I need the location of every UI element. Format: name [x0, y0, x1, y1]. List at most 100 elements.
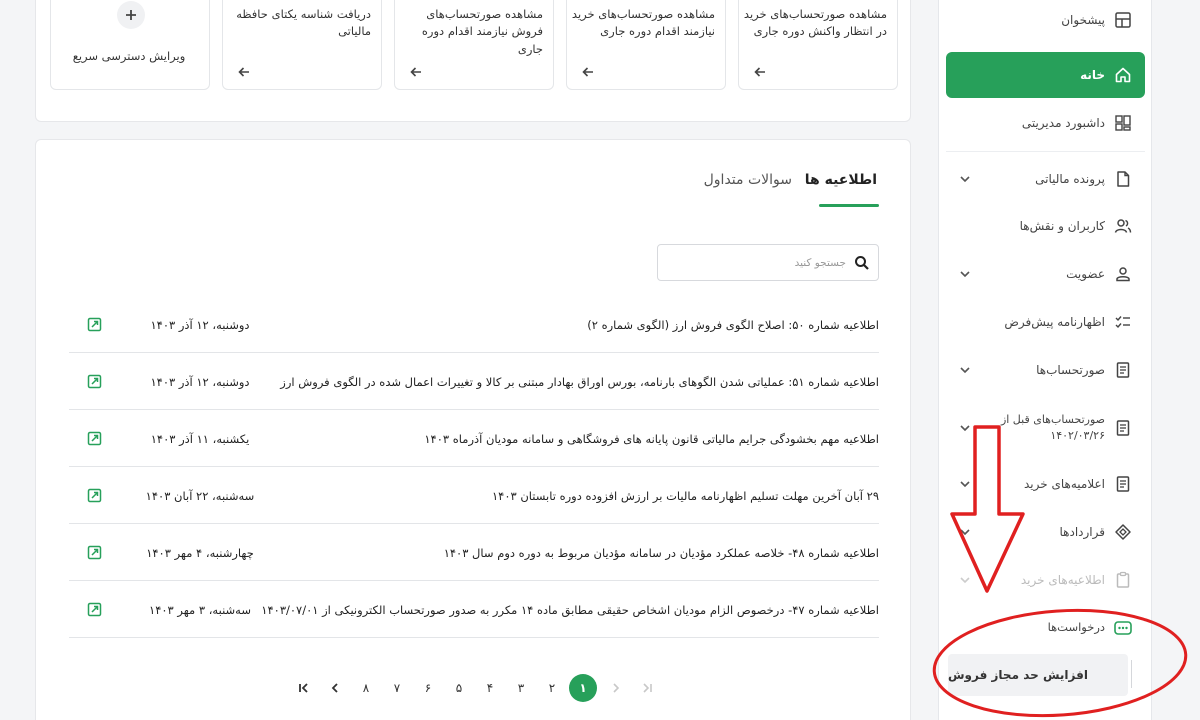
sidebar-item-label: داشبورد مدیریتی [1021, 116, 1105, 130]
external-link-icon[interactable] [87, 488, 102, 503]
table-row[interactable]: اطلاعیه شماره ۵۰: اصلاح الگوی فروش ارز (… [69, 296, 879, 353]
sidebar-item-label: عضویت [1066, 267, 1105, 281]
announcement-title[interactable]: اطلاعیه مهم بخشودگی جرایم مالیاتی قانون … [269, 410, 879, 467]
chevron-down-icon[interactable] [958, 363, 972, 377]
dashboard-grid-icon [1113, 10, 1133, 30]
chevron-down-icon[interactable] [958, 421, 972, 435]
announcement-title[interactable]: اطلاعیه شماره ۵۰: اصلاح الگوی فروش ارز (… [269, 296, 879, 353]
arrow-left-icon [409, 65, 423, 79]
page-button[interactable]: ۷ [383, 674, 411, 702]
sidebar-item-label: اظهارنامه پیش‌فرض [1004, 315, 1105, 329]
contract-icon [1113, 522, 1133, 542]
table-row[interactable]: اطلاعیه شماره ۴۷- درخصوص الزام مودیان اش… [69, 581, 879, 638]
tab-announcements[interactable]: اطلاعیه ها [805, 172, 877, 188]
chevron-down-icon[interactable] [958, 525, 972, 539]
sidebar-item-requests[interactable]: درخواست‌ها [946, 609, 1145, 647]
checklist-icon [1113, 312, 1133, 332]
announcement-title[interactable]: ۲۹ آبان آخرین مهلت تسلیم اظهارنامه مالیا… [269, 467, 879, 524]
table-row[interactable]: اطلاعیه شماره ۴۸- خلاصه عملکرد مؤدیان در… [69, 524, 879, 581]
clipboard-icon [1113, 570, 1133, 590]
announcement-title[interactable]: اطلاعیه شماره ۴۷- درخصوص الزام مودیان اش… [261, 581, 879, 638]
quick-card-purchase-needs-action[interactable]: مشاهده صورتحساب‌های خرید نیازمند اقدام د… [566, 0, 726, 90]
announcement-title[interactable]: اطلاعیه شماره ۵۱: عملیاتی شدن الگوهای با… [269, 353, 879, 410]
quick-card-text: دریافت شناسه یکتای حافظه مالیاتی [236, 7, 371, 39]
home-icon [1113, 65, 1133, 85]
sidebar-item-default-declaration[interactable]: اظهارنامه پیش‌فرض [946, 303, 1145, 341]
search-icon[interactable] [854, 255, 870, 271]
sidebar-item-invoices[interactable]: صورتحساب‌ها [946, 351, 1145, 389]
page-button[interactable]: ۵ [445, 674, 473, 702]
invoice-icon [1113, 360, 1133, 380]
external-link-icon[interactable] [87, 317, 102, 332]
chevron-down-icon[interactable] [958, 172, 972, 186]
sidebar-item-label: خانه [1080, 68, 1105, 82]
sidebar-item-pishkhan[interactable]: پیشخوان [946, 2, 1145, 38]
table-row[interactable]: اطلاعیه مهم بخشودگی جرایم مالیاتی قانون … [69, 410, 879, 467]
sidebar-item-purchase-announcements[interactable]: اطلاعیه‌های خرید [946, 561, 1145, 599]
quick-card-text: مشاهده صورتحساب‌های خرید در انتظار واکنش… [743, 7, 887, 39]
next-page-icon[interactable] [321, 674, 349, 702]
sidebar-item-label: قراردادها [1059, 525, 1106, 539]
sidebar-item-label: صورتحساب‌های قبل از ۱۴۰۲/۰۳/۲۶ [1000, 412, 1105, 443]
quick-card-sales-needs-action[interactable]: مشاهده صورتحساب‌های فروش نیازمند اقدام د… [394, 0, 554, 90]
quick-card-edit-quick-access[interactable]: ویرایش دسترسی سریع [50, 0, 210, 90]
external-link-icon[interactable] [87, 602, 102, 617]
table-row[interactable]: اطلاعیه شماره ۵۱: عملیاتی شدن الگوهای با… [69, 353, 879, 410]
sidebar-item-label: درخواست‌ها [1047, 620, 1105, 635]
tab-faq[interactable]: سوالات متداول [704, 172, 792, 188]
users-icon [1113, 216, 1133, 236]
search-box [657, 244, 879, 281]
previous-page-icon[interactable] [602, 674, 630, 702]
first-page-icon[interactable] [633, 674, 661, 702]
announcements-panel: اطلاعیه ها سوالات متداول اطلاعیه شماره ۵… [35, 139, 911, 720]
sidebar-item-tax-file[interactable]: پرونده مالیاتی [946, 160, 1145, 198]
quick-card-text: ویرایش دسترسی سریع [72, 49, 186, 63]
last-page-icon[interactable] [290, 674, 318, 702]
external-link-icon[interactable] [87, 431, 102, 446]
search-input[interactable] [666, 251, 846, 275]
sidebar-item-users-roles[interactable]: کاربران و نقش‌ها [946, 207, 1145, 245]
page-button-current[interactable]: ۱ [569, 674, 597, 702]
quick-card-memory-id[interactable]: دریافت شناسه یکتای حافظه مالیاتی [222, 0, 382, 90]
announcement-date: چهارشنبه، ۴ مهر ۱۴۰۳ [146, 545, 254, 560]
announcement-date: دوشنبه، ۱۲ آذر ۱۴۰۳ [150, 317, 250, 332]
person-icon [1113, 264, 1133, 284]
requests-icon [1113, 618, 1133, 638]
sidebar-subitem-increase-sales-limit[interactable]: افزایش حد مجاز فروش [948, 654, 1128, 696]
sidebar-item-purchase-notices[interactable]: اعلامیه‌های خرید [946, 465, 1145, 503]
page-button[interactable]: ۴ [476, 674, 504, 702]
chevron-down-icon[interactable] [958, 477, 972, 491]
row-divider [69, 637, 879, 638]
sidebar-item-management-dashboard[interactable]: داشبورد مدیریتی [946, 104, 1145, 142]
quick-access-panel: مشاهده صورتحساب‌های خرید در انتظار واکنش… [35, 0, 911, 122]
page-button[interactable]: ۶ [414, 674, 442, 702]
chevron-down-icon[interactable] [958, 267, 972, 281]
sidebar-item-label: اعلامیه‌های خرید [1023, 477, 1105, 491]
sidebar-item-membership[interactable]: عضویت [946, 255, 1145, 293]
page-button[interactable]: ۲ [538, 674, 566, 702]
page-button[interactable]: ۳ [507, 674, 535, 702]
sidebar-item-label: پرونده مالیاتی [1035, 172, 1105, 186]
sidebar-item-label: اطلاعیه‌های خرید [1020, 573, 1105, 587]
announcement-date: یکشنبه، ۱۱ آذر ۱۴۰۳ [150, 431, 250, 446]
sidebar-item-label: صورتحساب‌ها [1036, 363, 1105, 377]
page-button[interactable]: ۸ [352, 674, 380, 702]
sidebar-item-home[interactable]: خانه [946, 52, 1145, 98]
announcement-date: دوشنبه، ۱۲ آذر ۱۴۰۳ [150, 374, 250, 389]
quick-card-text: مشاهده صورتحساب‌های خرید نیازمند اقدام د… [571, 7, 715, 39]
chevron-down-icon[interactable] [958, 573, 972, 587]
quick-card-purchase-awaiting-reaction[interactable]: مشاهده صورتحساب‌های خرید در انتظار واکنش… [738, 0, 898, 90]
announcement-title[interactable]: اطلاعیه شماره ۴۸- خلاصه عملکرد مؤدیان در… [269, 524, 879, 581]
sidebar-item-label: کاربران و نقش‌ها [1019, 219, 1105, 233]
arrow-left-icon [237, 65, 251, 79]
external-link-icon[interactable] [87, 374, 102, 389]
active-tab-indicator [819, 204, 879, 207]
sidebar-item-old-invoices[interactable]: صورتحساب‌های قبل از ۱۴۰۲/۰۳/۲۶ [946, 404, 1145, 452]
external-link-icon[interactable] [87, 545, 102, 560]
pagination: ۱ ۲ ۳ ۴ ۵ ۶ ۷ ۸ [36, 674, 912, 704]
table-row[interactable]: ۲۹ آبان آخرین مهلت تسلیم اظهارنامه مالیا… [69, 467, 879, 524]
arrow-left-icon [753, 65, 767, 79]
announcement-date: سه‌شنبه، ۳ مهر ۱۴۰۳ [149, 602, 251, 617]
sidebar-item-contracts[interactable]: قراردادها [946, 513, 1145, 551]
invoice-old-icon [1113, 418, 1133, 438]
